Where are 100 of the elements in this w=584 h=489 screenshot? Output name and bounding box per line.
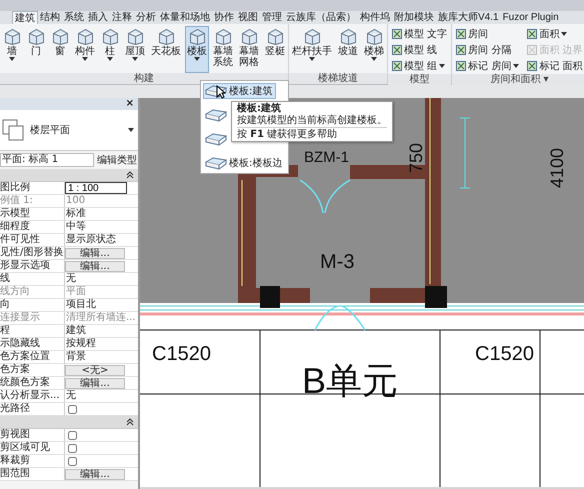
- ribbon-tool-button[interactable]: 屋顶: [123, 26, 147, 73]
- ribbon-tool-button[interactable]: 门: [25, 26, 47, 73]
- block-icon: [242, 29, 256, 45]
- panel-label: 模型: [388, 74, 452, 85]
- ribbon-tab[interactable]: 系统: [62, 11, 86, 24]
- edit-type-button[interactable]: 编辑类型: [96, 153, 138, 167]
- square-icon: [456, 61, 466, 71]
- ribbon-tab[interactable]: 云族库（品索）: [284, 11, 358, 24]
- ribbon-tab[interactable]: Fuzor Plugin: [500, 11, 561, 24]
- ribbon-tab[interactable]: 分析: [134, 11, 158, 24]
- ribbon-tool-button[interactable]: 幕墙 系统: [211, 26, 235, 73]
- property-value: 清理所有墙连...: [65, 312, 136, 324]
- property-name: 连接显示: [0, 312, 65, 324]
- panel-label: 房间和面积 ▾: [452, 74, 584, 85]
- checkbox[interactable]: [68, 444, 77, 452]
- property-value: 标准: [65, 208, 86, 220]
- block-icon: [268, 29, 282, 45]
- block-icon: [190, 29, 204, 45]
- ribbon-small-button[interactable]: 标记 面积: [526, 59, 584, 73]
- square-icon: [392, 29, 402, 39]
- ribbon-tab[interactable]: 协作: [212, 11, 236, 24]
- ribbon-tool-button[interactable]: 天花板: [149, 26, 183, 73]
- ribbon-small-button[interactable]: 标记 房间: [455, 59, 520, 73]
- edit-button[interactable]: 编辑...: [65, 260, 125, 272]
- block-icon: [158, 29, 174, 45]
- checkbox[interactable]: [68, 430, 77, 440]
- caret-icon: [561, 32, 568, 36]
- checkbox[interactable]: [68, 404, 77, 414]
- property-value: 无: [65, 273, 76, 285]
- door-swing: [314, 305, 366, 331]
- slab-icon: [205, 132, 227, 146]
- type-selector[interactable]: 楼层平面: [0, 110, 138, 151]
- window-tag: C1520: [152, 343, 211, 365]
- property-name: 剪视图: [0, 429, 65, 441]
- menu-item[interactable]: 楼板:建筑: [203, 83, 276, 99]
- property-value: 建筑: [65, 325, 86, 337]
- caret-icon: [107, 57, 113, 61]
- ribbon-tool-button[interactable]: 柱: [99, 26, 121, 73]
- ribbon-tool-button[interactable]: 墙: [1, 26, 23, 73]
- collapse-icon: [126, 171, 134, 179]
- ribbon-tool-button[interactable]: 构件: [73, 26, 97, 73]
- checkbox[interactable]: [68, 456, 77, 466]
- ribbon-small-button[interactable]: 房间: [455, 27, 520, 41]
- caret-icon: [371, 57, 377, 61]
- property-name: 件可见性: [0, 234, 65, 246]
- block-icon: [304, 29, 320, 45]
- ribbon-tab[interactable]: 视图: [236, 11, 260, 24]
- caret-icon: [309, 57, 315, 61]
- column: [260, 286, 280, 308]
- edit-button[interactable]: 编辑...: [65, 468, 125, 480]
- ribbon-tab[interactable]: 体量和场地: [158, 11, 212, 24]
- caret-icon: [194, 57, 200, 61]
- ribbon-small-button[interactable]: 模型 文字: [391, 27, 448, 41]
- ribbon-tab[interactable]: 注释: [110, 11, 134, 24]
- edit-button[interactable]: 编辑...: [65, 248, 125, 258]
- ribbon-tab[interactable]: 插入: [86, 11, 110, 24]
- ribbon-small-button[interactable]: 房间 分隔: [455, 43, 520, 57]
- room-tag: M-3: [320, 251, 354, 273]
- property-value: 平面: [65, 286, 86, 298]
- menu-item[interactable]: 楼板:楼板边: [203, 155, 286, 171]
- ribbon-small-button[interactable]: 面积: [526, 27, 584, 41]
- dimension-label: 750: [406, 142, 426, 173]
- ribbon-tool-button[interactable]: 楼梯: [362, 26, 386, 73]
- door-tag: BZM-1: [304, 149, 349, 166]
- panel-label: 楼梯坡道: [289, 73, 387, 84]
- ribbon-tool-button[interactable]: 幕墙 网格: [237, 26, 261, 73]
- ribbon-tab[interactable]: 结构: [38, 11, 62, 24]
- property-name: 示模型: [0, 208, 65, 220]
- instance-dropdown[interactable]: 平面: 标高 1: [0, 153, 94, 167]
- property-name: 认分析显示...: [0, 390, 65, 402]
- unit-name: B单元: [302, 360, 398, 401]
- ribbon-tab[interactable]: 构件坞: [358, 11, 392, 24]
- property-value: 背景: [65, 351, 86, 363]
- block-icon: [340, 29, 356, 45]
- tooltip-title: 楼板:建筑: [237, 103, 282, 114]
- scale-input[interactable]: 1 : 100: [65, 182, 127, 194]
- collapse-icon: [126, 418, 134, 426]
- block-icon: [78, 29, 92, 45]
- block-icon: [128, 29, 142, 45]
- ribbon-tool-button[interactable]: 楼板: [185, 26, 209, 73]
- sheets-icon: [2, 119, 24, 141]
- ribbon-tab[interactable]: 附加模块: [392, 11, 436, 24]
- edit-button[interactable]: <无>: [65, 364, 125, 376]
- ribbon-small-button[interactable]: 模型 线: [391, 43, 448, 57]
- square-icon: [527, 29, 538, 39]
- block-icon: [216, 29, 230, 45]
- ribbon-small-button[interactable]: 模型 组: [391, 59, 448, 73]
- edit-button[interactable]: 编辑...: [65, 378, 125, 388]
- close-button[interactable]: ×: [122, 98, 138, 110]
- property-name: 色方案位置: [0, 351, 65, 363]
- ribbon-tool-button[interactable]: 竖梃: [263, 26, 287, 73]
- ribbon-tab[interactable]: 管理: [260, 11, 284, 24]
- ribbon-tool-button[interactable]: 栏杆扶手: [290, 26, 334, 73]
- ribbon-tab[interactable]: 族库大师V4.1: [436, 11, 501, 24]
- ribbon-tab[interactable]: 建筑: [12, 11, 38, 24]
- property-value: 100: [65, 195, 86, 207]
- ribbon-tool-button[interactable]: 坡道: [336, 26, 360, 73]
- slab-icon: [205, 156, 227, 170]
- ribbon-tool-button[interactable]: 窗: [49, 26, 71, 73]
- square-icon: [527, 61, 538, 71]
